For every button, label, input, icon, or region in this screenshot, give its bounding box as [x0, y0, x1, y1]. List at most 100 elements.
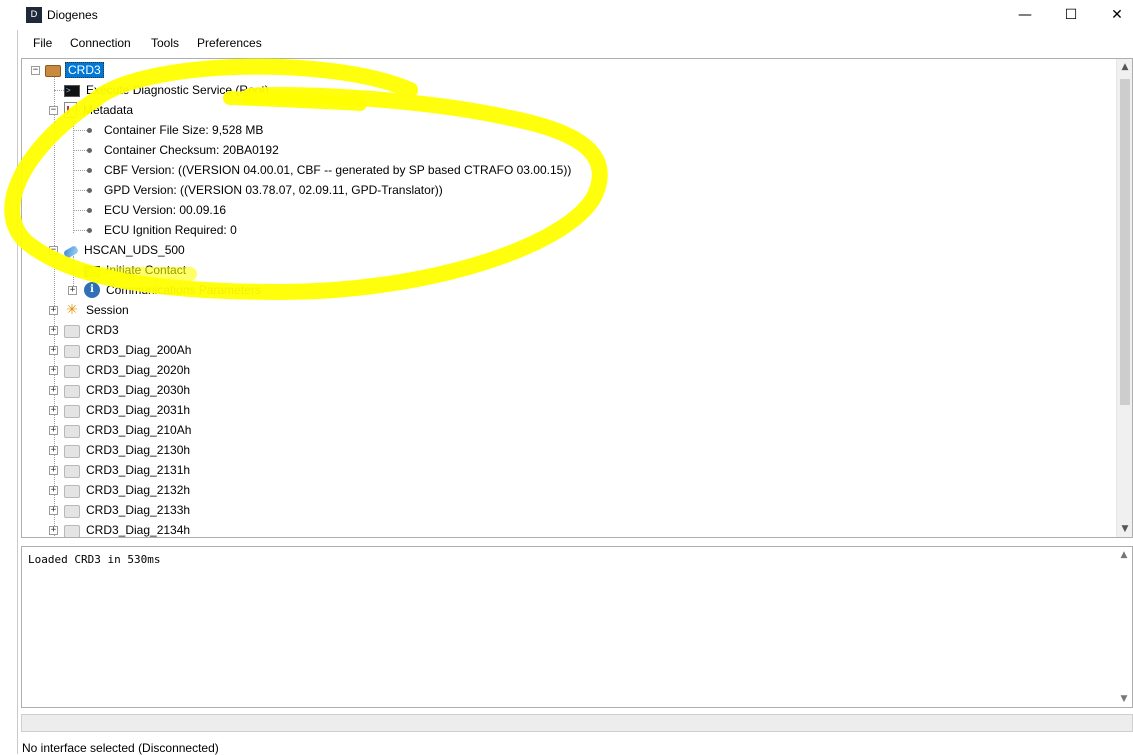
cube-icon [64, 524, 80, 537]
minimize-icon: — [1018, 7, 1032, 23]
document-icon [64, 102, 77, 118]
expand-toggle[interactable]: + [49, 526, 58, 535]
scroll-up-icon[interactable]: ▲ [1117, 59, 1132, 75]
maximize-button[interactable]: ☐ [1048, 0, 1094, 30]
tree-node-service[interactable]: CRD3_Diag_2131h [64, 460, 192, 480]
window-title: Diogenes [47, 8, 98, 22]
title-bar[interactable]: D Diogenes — ☐ ✕ [0, 0, 1133, 30]
menu-preferences[interactable]: Preferences [197, 36, 262, 50]
expand-toggle[interactable]: + [49, 306, 58, 315]
tree-node-label: Container File Size: 9,528 MB [104, 123, 264, 137]
tree-node-root[interactable]: CRD3 [45, 60, 104, 80]
cube-icon [64, 444, 80, 458]
scroll-down-icon[interactable]: ▼ [1116, 691, 1132, 707]
tree-node-label: GPD Version: ((VERSION 03.78.07, 02.09.1… [104, 183, 443, 197]
tree-node-execute-service[interactable]: > Execute Diagnostic Service (Root) [64, 80, 271, 100]
scroll-up-icon[interactable]: ▲ [1116, 547, 1132, 563]
tree-node-label: CRD3_Diag_2030h [86, 383, 191, 397]
collapse-toggle[interactable]: − [31, 66, 40, 75]
tree-node-service[interactable]: CRD3_Diag_2134h [64, 520, 192, 537]
expand-toggle[interactable]: + [49, 326, 58, 335]
tree-node-label: ECU Ignition Required: 0 [104, 223, 237, 237]
cube-icon [64, 404, 80, 418]
log-panel[interactable]: Loaded CRD3 in 530ms ▲ ▼ [21, 546, 1133, 708]
tree-node-comm-params[interactable]: i Communications Parameters [84, 280, 263, 300]
collapse-toggle[interactable]: − [49, 106, 58, 115]
cube-icon [64, 464, 80, 478]
tree-node-label: CRD3_Diag_2031h [86, 403, 191, 417]
cube-icon [64, 424, 80, 438]
tree-node-label: Container Checksum: 20BA0192 [104, 143, 279, 157]
tree-node-interface[interactable]: HSCAN_UDS_500 [62, 240, 187, 260]
bullet-icon [87, 207, 92, 213]
log-scrollbar[interactable]: ▲ ▼ [1116, 547, 1132, 707]
menu-connection[interactable]: Connection [70, 36, 131, 50]
bullet-icon [87, 127, 92, 133]
tree-view[interactable]: − CRD3 > Execute Diagnostic Service (Roo… [21, 58, 1133, 538]
expand-toggle[interactable]: + [49, 506, 58, 515]
expand-toggle[interactable]: + [49, 486, 58, 495]
tree-node-service[interactable]: CRD3_Diag_210Ah [64, 420, 193, 440]
expand-toggle[interactable]: + [68, 286, 77, 295]
tree-node-label: ECU Version: 00.09.16 [104, 203, 227, 217]
tree-guide-line [73, 116, 74, 233]
expand-toggle[interactable]: + [49, 386, 58, 395]
tree-node-initiate-contact[interactable]: Initiate Contact [84, 260, 188, 280]
tree-node-service[interactable]: CRD3_Diag_2132h [64, 480, 192, 500]
window-border [17, 30, 18, 754]
close-icon: ✕ [1111, 7, 1123, 23]
metadata-item[interactable]: ECU Ignition Required: 0 [84, 220, 239, 240]
menu-file[interactable]: File [33, 36, 52, 50]
tree-scrollbar[interactable]: ▲ ▼ [1116, 59, 1132, 537]
cube-icon [64, 384, 80, 398]
bullet-icon [87, 167, 92, 173]
metadata-item[interactable]: ECU Version: 00.09.16 [84, 200, 228, 220]
sun-icon: ✳ [66, 302, 78, 318]
tree-node-label: CRD3_Diag_2133h [86, 503, 191, 517]
tree-node-service[interactable]: CRD3 [64, 320, 121, 340]
metadata-item[interactable]: Container Checksum: 20BA0192 [84, 140, 281, 160]
tree-node-service[interactable]: CRD3_Diag_2030h [64, 380, 192, 400]
scroll-thumb[interactable] [1120, 79, 1130, 405]
expand-toggle[interactable]: + [49, 446, 58, 455]
tree-node-label: CRD3_Diag_210Ah [86, 423, 192, 437]
cube-icon [64, 324, 80, 338]
metadata-item[interactable]: CBF Version: ((VERSION 04.00.01, CBF -- … [84, 160, 573, 180]
menu-tools[interactable]: Tools [151, 36, 179, 50]
expand-toggle[interactable]: + [49, 366, 58, 375]
expand-toggle[interactable]: + [49, 406, 58, 415]
tree-node-label: CRD3_Diag_2131h [86, 463, 191, 477]
cube-icon [64, 364, 80, 378]
tree-node-label: Initiate Contact [106, 263, 187, 277]
tree-node-label: CRD3 [65, 62, 104, 78]
tree-node-label: CBF Version: ((VERSION 04.00.01, CBF -- … [104, 163, 572, 177]
menu-bar: File Connection Tools Preferences [18, 32, 1133, 54]
expand-toggle[interactable]: + [49, 346, 58, 355]
contact-icon [84, 266, 100, 277]
bullet-icon [87, 227, 92, 233]
progress-bar [21, 714, 1133, 732]
tree-node-metadata[interactable]: Metadata [64, 100, 135, 120]
tree-guide-line [54, 90, 64, 91]
collapse-toggle[interactable]: − [49, 246, 58, 255]
tree-node-service[interactable]: CRD3_Diag_200Ah [64, 340, 193, 360]
log-text: Loaded CRD3 in 530ms [28, 553, 161, 566]
tree-node-service[interactable]: CRD3_Diag_2020h [64, 360, 192, 380]
tree-node-service[interactable]: CRD3_Diag_2130h [64, 440, 192, 460]
tree-node-service[interactable]: CRD3_Diag_2133h [64, 500, 192, 520]
terminal-icon: > [64, 85, 80, 97]
metadata-item[interactable]: Container File Size: 9,528 MB [84, 120, 265, 140]
tree-node-service[interactable]: CRD3_Diag_2031h [64, 400, 192, 420]
tree-node-session[interactable]: ✳ Session [64, 300, 131, 320]
metadata-item[interactable]: GPD Version: ((VERSION 03.78.07, 02.09.1… [84, 180, 445, 200]
scroll-down-icon[interactable]: ▼ [1117, 521, 1132, 537]
tree-node-label: CRD3 [86, 323, 119, 337]
cube-icon [64, 344, 80, 358]
expand-toggle[interactable]: + [49, 466, 58, 475]
tree-node-label: CRD3_Diag_200Ah [86, 343, 192, 357]
expand-toggle[interactable]: + [49, 426, 58, 435]
minimize-button[interactable]: — [1002, 0, 1048, 30]
close-button[interactable]: ✕ [1094, 0, 1133, 30]
info-icon: i [84, 282, 100, 298]
tree-node-label: CRD3_Diag_2134h [86, 523, 191, 537]
